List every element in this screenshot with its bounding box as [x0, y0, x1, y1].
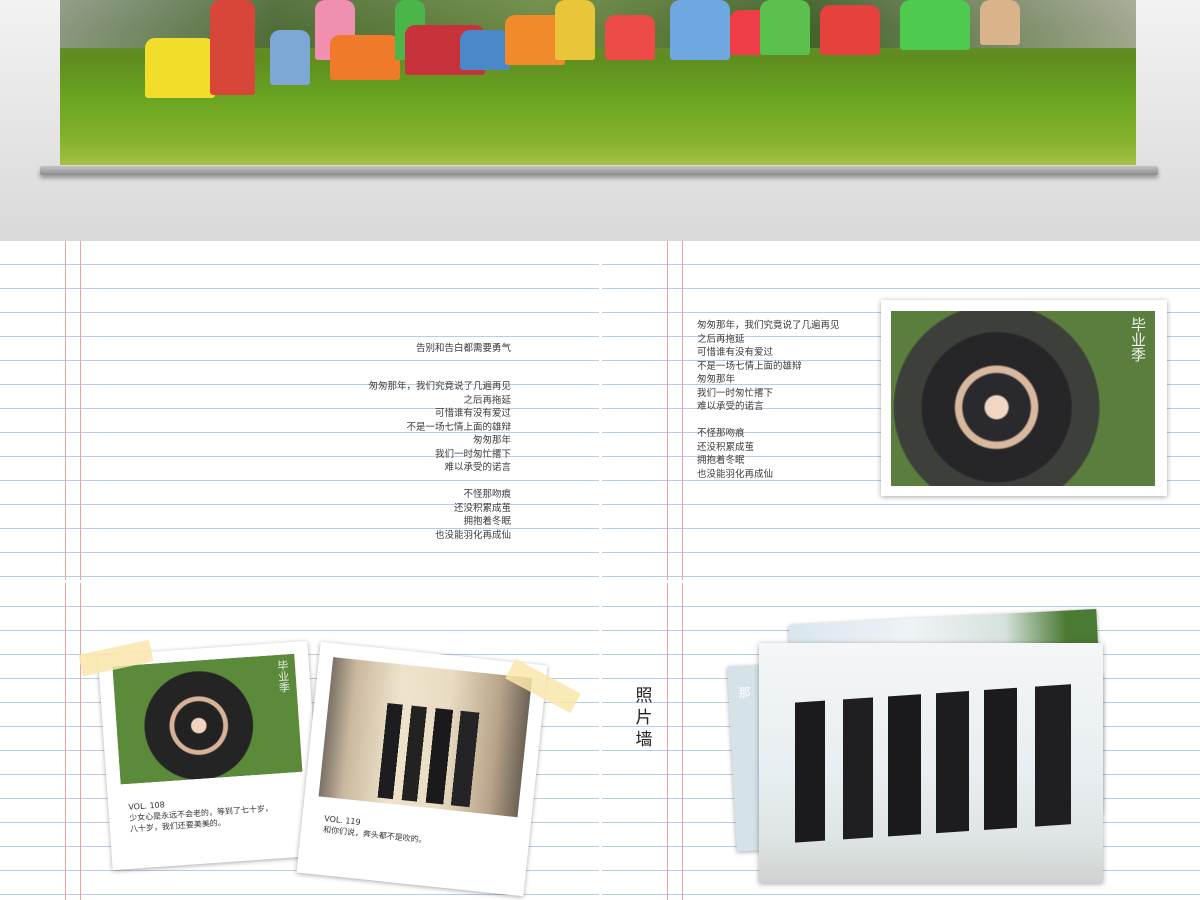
margin-line: [80, 583, 81, 900]
poem-line: [368, 475, 511, 489]
poem-line: 拥抱着冬眠: [697, 455, 745, 466]
poem-line: 不是一场七情上面的雄辩: [697, 360, 802, 372]
poem-line: 也没能羽化再成仙: [697, 468, 774, 480]
notebook-slide-poem: 告别和告白都需要勇气 匆匆那年，我们究竟说了几遍再见 之后再拖延 可惜谁有没有爱…: [0, 241, 599, 580]
poem-line: 之后再拖延: [697, 333, 745, 345]
poem-line: [697, 414, 840, 428]
poem-line: 匆匆那年，我们究竟说了几遍再见: [697, 320, 840, 331]
photo-card: [759, 643, 1103, 883]
notebook-slide-photo-wall: 照 片 墙 那: [602, 583, 1200, 900]
poem-line: 不怪那吻痕: [697, 428, 745, 439]
poem-line: 匆匆那年，我们究竟说了几遍再见: [368, 381, 511, 392]
banner-person: [900, 0, 970, 50]
graduates-walking-photo: [318, 657, 533, 818]
polaroid-caption: VOL. 119 和你们说，奔头都不是吹的。: [323, 813, 514, 855]
polaroid-caption: VOL. 108 少女心是永远不会老的，等到了七十岁， 八十岁，我们还要美美的。: [128, 789, 310, 834]
banner-photo-students-on-lawn: [60, 0, 1136, 165]
banner-person: [145, 38, 215, 98]
poem-text: 匆匆那年，我们究竟说了几遍再见 之后再拖延 可惜谁有没有爱过 不是一场七情上面的…: [368, 380, 511, 542]
poem-line: 我们一时匆忙撂下: [434, 448, 511, 460]
poem-line: 还没积累成茧: [697, 441, 755, 453]
poem-line: 不怪那吻痕: [463, 489, 511, 500]
margin-line: [667, 583, 668, 900]
margin-line: [682, 583, 683, 900]
margin-line: [667, 241, 668, 580]
poem-line: 匆匆那年: [697, 374, 736, 385]
polaroid-card: 毕业季 VOL. 108 少女心是永远不会老的，等到了七十岁， 八十岁，我们还要…: [97, 640, 323, 871]
jumping-figures: [789, 683, 1089, 843]
title-char: 照: [635, 686, 653, 706]
banner-person: [330, 35, 400, 80]
banner-shelf: [40, 166, 1158, 175]
margin-line: [65, 583, 66, 900]
poem-line: 匆匆那年: [472, 435, 511, 446]
banner-person: [760, 0, 810, 55]
poem-line: 还没积累成茧: [453, 502, 511, 514]
photo-frame: 毕业季: [881, 300, 1167, 496]
poem-text: 匆匆那年，我们究竟说了几遍再见 之后再拖延 可惜谁有没有爱过 不是一场七情上面的…: [697, 319, 840, 481]
title-char: 墙: [635, 730, 653, 750]
notebook-slide-poem-photo: 匆匆那年，我们究竟说了几遍再见 之后再拖延 可惜谁有没有爱过 不是一场七情上面的…: [602, 241, 1200, 580]
margin-line: [80, 241, 81, 580]
banner-person: [460, 30, 510, 70]
banner-slide: [0, 0, 1200, 241]
photo-watermark-text: 那: [738, 685, 751, 701]
poem-line: 也没能羽化再成仙: [434, 529, 511, 541]
poem-line: 不是一场七情上面的雄辩: [406, 421, 511, 433]
title-char: 片: [635, 708, 653, 728]
notebook-slide-polaroids: 毕业季 VOL. 108 少女心是永远不会老的，等到了七十岁， 八十岁，我们还要…: [0, 583, 599, 900]
poem-heading: 告别和告白都需要勇气: [416, 342, 511, 356]
poem-line: 难以承受的诺言: [697, 401, 764, 412]
banner-person: [270, 30, 310, 85]
banner-person: [555, 0, 595, 60]
poem-line: 拥抱着冬眠: [463, 516, 511, 527]
graduates-jumping-photo: [759, 643, 1103, 883]
graduates-circle-photo: 毕业季: [891, 311, 1155, 486]
margin-line: [682, 241, 683, 580]
photo-wall-title: 照 片 墙: [634, 685, 654, 751]
poem-line: 我们一时匆忙撂下: [697, 387, 774, 399]
banner-person: [670, 0, 730, 60]
poem-heading-text: 告别和告白都需要勇气: [415, 343, 511, 354]
poem-line: 难以承受的诺言: [444, 462, 511, 473]
banner-person: [210, 0, 255, 95]
graduates-circle-photo: 毕业季: [112, 653, 303, 785]
poem-line: 可惜谁有没有爱过: [434, 408, 511, 419]
margin-line: [65, 241, 66, 580]
banner-person: [980, 0, 1020, 45]
poem-line: 之后再拖延: [463, 394, 511, 406]
banner-person: [820, 5, 880, 55]
poem-line: 可惜谁有没有爱过: [697, 347, 774, 358]
photo-watermark-text: 毕业季: [1129, 317, 1147, 362]
walking-figures: [368, 702, 489, 809]
banner-person: [605, 15, 655, 60]
photo-watermark-text: 毕业季: [275, 659, 291, 694]
